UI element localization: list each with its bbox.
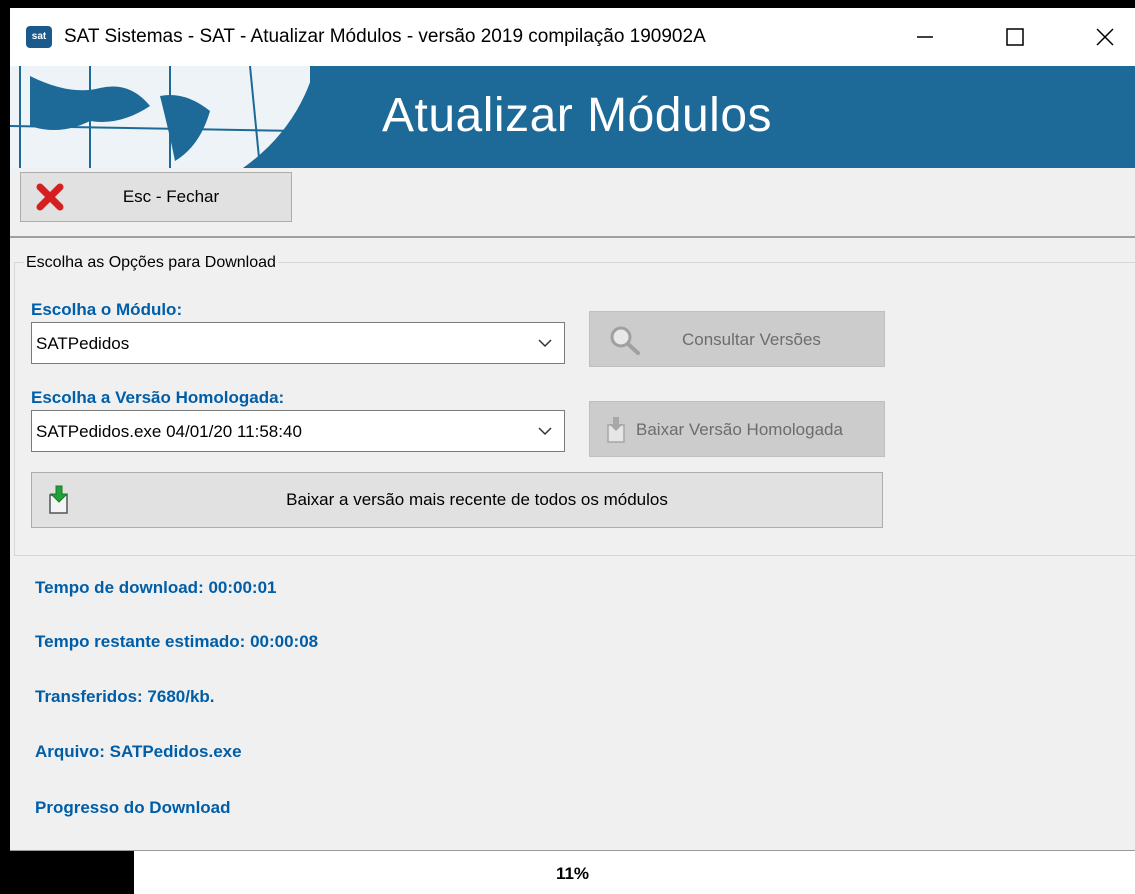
download-homologated-label: Baixar Versão Homologada	[636, 420, 843, 439]
progress-percent: 11%	[555, 864, 590, 883]
download-all-label: Baixar a versão mais recente de todos os…	[286, 490, 668, 509]
title-bar: sat SAT Sistemas - SAT - Atualizar Módul…	[10, 8, 1135, 67]
globe-logo-icon	[10, 66, 310, 168]
version-select[interactable]: SATPedidos.exe 04/01/20 11:58:40	[31, 410, 565, 452]
file-name-text: Arquivo: SATPedidos.exe	[35, 742, 242, 761]
sat-app-icon: sat	[26, 26, 52, 48]
chevron-down-icon	[538, 427, 552, 436]
window-title: SAT Sistemas - SAT - Atualizar Módulos -…	[64, 26, 706, 47]
download-file-icon	[607, 417, 625, 443]
download-homologated-button[interactable]: Baixar Versão Homologada	[589, 401, 885, 457]
version-label: Escolha a Versão Homologada:	[31, 388, 285, 407]
progress-label: Progresso do Download	[35, 798, 231, 817]
check-versions-button[interactable]: Consultar Versões	[589, 311, 885, 367]
header-banner: Atualizar Módulos	[10, 66, 1135, 168]
download-options-legend: Escolha as Opções para Download	[24, 254, 278, 272]
download-all-button[interactable]: Baixar a versão mais recente de todos os…	[31, 472, 883, 528]
close-window-button[interactable]	[1060, 8, 1135, 66]
remaining-time-text: Tempo restante estimado: 00:00:08	[35, 632, 319, 651]
check-versions-label: Consultar Versões	[682, 330, 821, 349]
close-button-label: Esc - Fechar	[122, 187, 220, 206]
banner-title: Atualizar Módulos	[382, 89, 773, 142]
close-icon	[1096, 28, 1114, 46]
download-progress-bar: 11%	[10, 850, 1135, 894]
maximize-icon	[1006, 28, 1024, 46]
minimize-icon	[917, 36, 933, 38]
maximize-button[interactable]	[970, 8, 1060, 66]
module-label: Escolha o Módulo:	[31, 300, 183, 319]
version-select-value: SATPedidos.exe 04/01/20 11:58:40	[36, 422, 302, 441]
download-time-text: Tempo de download: 00:00:01	[35, 578, 277, 597]
module-select-value: SATPedidos	[36, 334, 130, 353]
module-select[interactable]: SATPedidos	[31, 322, 565, 364]
app-window: sat SAT Sistemas - SAT - Atualizar Módul…	[10, 8, 1135, 894]
minimize-button[interactable]	[880, 8, 970, 66]
chevron-down-icon	[538, 339, 552, 348]
close-button[interactable]: Esc - Fechar	[20, 172, 292, 222]
transferred-text: Transferidos: 7680/kb.	[35, 687, 215, 706]
toolbar: Esc - Fechar	[10, 168, 1135, 238]
magnifier-icon	[610, 326, 640, 355]
